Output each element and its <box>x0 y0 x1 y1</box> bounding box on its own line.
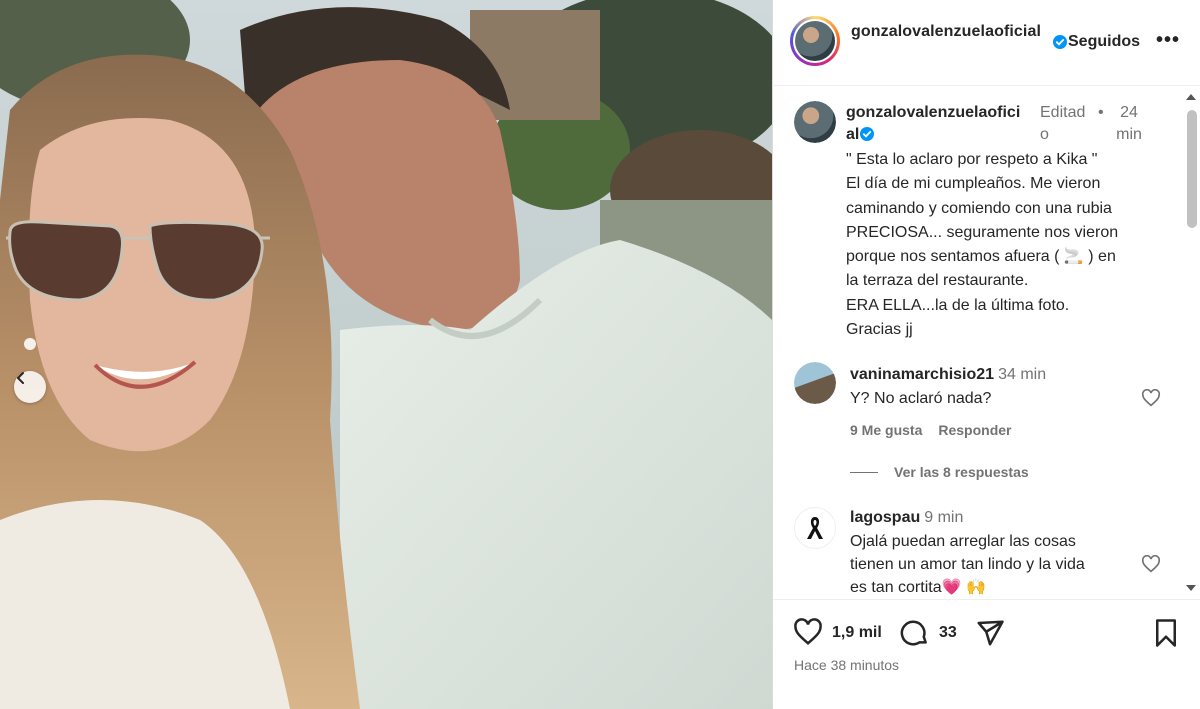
post-header: gonzalovalenzuelaoficial Seguidos ••• <box>773 0 1200 86</box>
comment-line: Ojalá puedan arreglar las cosas <box>850 533 1076 550</box>
caption-line: la terraza del restaurante. <box>846 272 1029 290</box>
separator-dot: • <box>1098 104 1104 121</box>
comment-bubble-icon[interactable] <box>900 618 930 648</box>
share-send-icon[interactable] <box>975 618 1005 648</box>
replies-line <box>850 471 878 473</box>
comments-count[interactable]: 33 <box>939 624 957 642</box>
reply-button[interactable]: Responder <box>938 422 1011 438</box>
comment-meta: 9 Me gusta Responder <box>850 422 1027 438</box>
caption-line: porque nos sentamos afuera ( 🚬 ) en <box>846 248 1116 266</box>
likes-count[interactable]: 1,9 mil <box>832 624 882 642</box>
comment-time[interactable]: 9 min <box>924 509 963 526</box>
caption-line: El día de mi cumpleaños. Me vieron <box>846 175 1101 193</box>
caption-avatar-image <box>794 101 836 143</box>
author-avatar-image <box>795 21 835 61</box>
caption-username[interactable]: gonzalovalenzuelaoficial <box>846 102 1024 146</box>
verified-badge-icon <box>860 127 875 141</box>
selfie-image <box>0 0 772 709</box>
caption-text: " Esta lo aclaro por respeto a Kika " El… <box>846 148 1176 342</box>
more-options-icon[interactable]: ••• <box>1156 30 1180 50</box>
comment-line: tienen un amor tan lindo y la vida <box>850 556 1085 573</box>
comment-avatar-image <box>794 362 836 404</box>
caption-line: ERA ELLA...la de la última foto. <box>846 296 1070 314</box>
post-actions: 1,9 mil 33 Hace 38 minutos <box>773 599 1200 709</box>
comment-username[interactable]: lagospau 9 min <box>850 507 963 529</box>
view-replies-button[interactable]: Ver las 8 respuestas <box>850 464 1029 480</box>
caption-time[interactable]: 24 min <box>1109 102 1149 146</box>
post-timestamp[interactable]: Hace 38 minutos <box>794 657 899 673</box>
verified-badge-icon <box>1053 35 1067 49</box>
chevron-left-icon <box>17 372 24 384</box>
scroll-down-arrow-icon[interactable] <box>1186 585 1196 591</box>
comment-line: es tan cortita💗 🙌 <box>850 579 986 596</box>
comment-text: Y? No aclaró nada? <box>850 387 991 410</box>
post-photo <box>0 0 772 709</box>
black-ribbon-icon <box>807 517 823 539</box>
edited-label: Editado <box>1040 104 1086 143</box>
author-username[interactable]: gonzalovalenzuelaoficial <box>851 21 1055 43</box>
comment-like-heart-icon[interactable] <box>1141 389 1161 407</box>
author-avatar[interactable] <box>790 16 840 66</box>
comment-time[interactable]: 34 min <box>998 366 1046 383</box>
comment-username-text: lagospau <box>850 509 921 526</box>
caption-line: caminando y comiendo con una rubia <box>846 199 1112 217</box>
scroll-thumb[interactable] <box>1187 110 1197 228</box>
carousel-prev-button[interactable] <box>14 371 46 403</box>
comment-username[interactable]: vaninamarchisio21 34 min <box>850 364 1046 386</box>
caption-line: Gracias jj <box>846 321 913 339</box>
scroll-up-arrow-icon[interactable] <box>1186 94 1196 100</box>
caption-avatar[interactable] <box>794 101 836 143</box>
like-heart-icon[interactable] <box>793 618 823 646</box>
comment-likes-count[interactable]: 9 Me gusta <box>850 422 922 438</box>
comments-scrollbar[interactable] <box>1183 92 1200 597</box>
caption-line: " Esta lo aclaro por respeto a Kika " <box>846 151 1098 168</box>
save-bookmark-icon[interactable] <box>1153 618 1179 648</box>
comment-text: Ojalá puedan arreglar las cosas tienen u… <box>850 530 1085 598</box>
comment-username-text: vaninamarchisio21 <box>850 366 995 383</box>
post-side-panel: gonzalovalenzuelaoficial Seguidos ••• go… <box>772 0 1200 709</box>
comment-like-heart-icon[interactable] <box>1141 555 1161 573</box>
comment-avatar[interactable] <box>794 362 836 404</box>
caption-line: PRECIOSA... seguramente nos vieron <box>846 223 1119 241</box>
comment-line: Y? No aclaró nada? <box>850 390 992 407</box>
view-replies-text: Ver las 8 respuestas <box>894 464 1029 480</box>
comments-list: gonzalovalenzuelaoficial Editado • 24 mi… <box>773 87 1200 598</box>
following-button[interactable]: Seguidos <box>1068 33 1140 51</box>
comment-avatar[interactable] <box>794 507 836 549</box>
